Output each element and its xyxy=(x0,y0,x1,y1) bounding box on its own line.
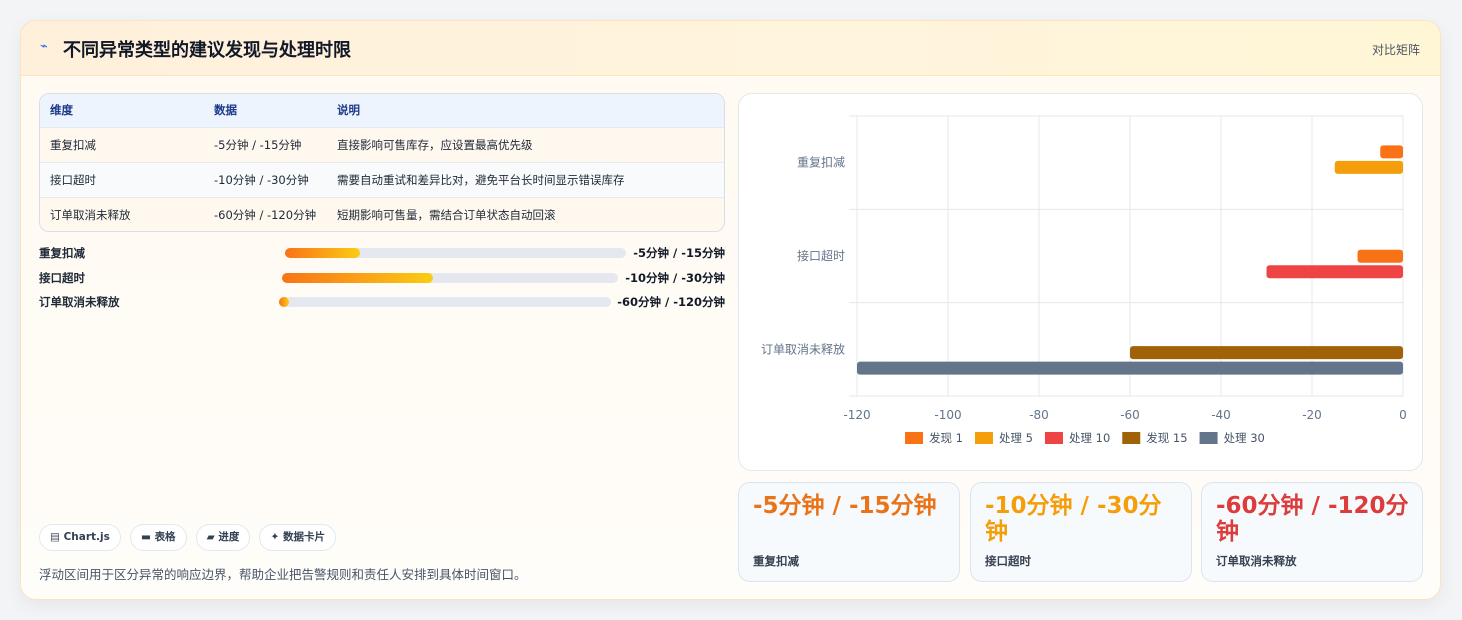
footnote: 浮动区间用于区分异常的响应边界，帮助企业把告警规则和责任人安排到具体时间窗口。 xyxy=(39,567,527,582)
chart-bar xyxy=(1130,346,1403,360)
table-cell: -60分钟 / -120分钟 xyxy=(214,207,317,222)
chart-bar xyxy=(1334,160,1403,174)
table-header-row: 维度 数据 说明 xyxy=(40,94,724,127)
table-cell: 订单取消未释放 xyxy=(50,207,131,222)
page-title: 不同异常类型的建议发现与处理时限 xyxy=(63,40,351,61)
progress-label: 重复扣减 xyxy=(39,246,85,260)
chip-progress[interactable]: ▰ 进度 xyxy=(195,524,251,551)
progress-fill xyxy=(285,248,361,258)
y-tick-label: 重复扣减 xyxy=(797,156,845,170)
chart-bar xyxy=(1380,145,1403,159)
kpi-label: 重复扣减 xyxy=(753,554,799,568)
table-cell: 需要自动重试和差异比对，避免平台长时间显示错误库存 xyxy=(337,172,625,187)
kpi-card: -60分钟 / -120分钟 订单取消未释放 xyxy=(1201,482,1423,582)
table-icon: ▬ xyxy=(140,531,151,543)
progress-row: 重复扣减 -5分钟 / -15分钟 xyxy=(39,243,725,268)
bar-chart: -120 -100 -80 -60 -40 -20 0 重复扣减接口超时订单取消未释放发现 1… xyxy=(761,115,1407,445)
chip-label: 进度 xyxy=(218,531,240,543)
table-cell: -10分钟 / -30分钟 xyxy=(214,172,309,187)
chip-data-cards[interactable]: ✦ 数据卡片 xyxy=(259,524,336,551)
table-row: 重复扣减 -5分钟 / -15分钟 直接影响可售库存，应设置最高优先级 xyxy=(40,127,724,162)
y-tick-label: 接口超时 xyxy=(797,248,845,263)
progress-fill xyxy=(282,272,434,283)
chart-bar xyxy=(1357,249,1403,263)
progress-icon: ▰ xyxy=(206,531,215,543)
legend-swatch xyxy=(1199,432,1218,444)
progress-list: 重复扣减 -5分钟 / -15分钟 接口超时 -10分钟 / -30分钟 订单取… xyxy=(39,243,725,317)
kpi-label: 接口超时 xyxy=(985,554,1031,568)
progress-track xyxy=(279,297,611,307)
table-cell: -5分钟 / -15分钟 xyxy=(214,137,302,152)
y-tick-label: 订单取消未释放 xyxy=(761,341,845,356)
progress-value: -60分钟 / -120分钟 xyxy=(617,295,725,309)
progress-value: -5分钟 / -15分钟 xyxy=(633,246,725,260)
chip-label: 数据卡片 xyxy=(282,531,325,543)
x-tick-label: -20 xyxy=(1302,408,1322,422)
chart-icon: ▤ xyxy=(50,531,60,543)
chart-card: -120 -100 -80 -60 -40 -20 0 重复扣减接口超时订单取消未释放发现 1… xyxy=(738,93,1423,471)
legend-swatch xyxy=(974,432,993,444)
legend-swatch xyxy=(905,432,923,444)
progress-value: -10分钟 / -30分钟 xyxy=(625,270,725,285)
kpi-card: -10分钟 / -30分钟 接口超时 xyxy=(970,482,1192,582)
chip-chartjs[interactable]: ▤ Chart.js xyxy=(39,524,121,551)
legend-label: 发现 15 xyxy=(1146,431,1187,445)
chart-bar xyxy=(857,361,1403,375)
x-tick-label: -40 xyxy=(1211,408,1231,422)
sparkle-icon: ✦ xyxy=(270,531,280,543)
kpi-card: -5分钟 / -15分钟 重复扣减 xyxy=(738,482,960,582)
progress-row: 订单取消未释放 -60分钟 / -120分钟 xyxy=(39,292,725,317)
x-tick-label: -60 xyxy=(1120,408,1140,422)
x-tick-label: 0 xyxy=(1399,408,1407,422)
legend-label: 发现 1 xyxy=(929,431,963,445)
legend-label: 处理 10 xyxy=(1069,431,1110,445)
progress-track xyxy=(282,272,618,283)
kpi-value: -5分钟 / -15分钟 xyxy=(753,493,937,519)
progress-track xyxy=(285,248,626,258)
chip-label: Chart.js xyxy=(63,531,110,543)
progress-row: 接口超时 -10分钟 / -30分钟 xyxy=(39,268,725,293)
x-tick-label: -120 xyxy=(843,408,870,422)
table-cell: 短期影响可售量，需结合订单状态自动回滚 xyxy=(337,207,556,222)
bolt-icon: ⌁ xyxy=(40,39,48,54)
kpi-value: -60分钟 / -120分钟 xyxy=(1216,493,1409,545)
legend-swatch xyxy=(1044,432,1063,444)
card-header: ⌁ 不同异常类型的建议发现与处理时限 对比矩阵 xyxy=(21,21,1440,76)
chip-label: 表格 xyxy=(154,531,176,543)
table-cell: 接口超时 xyxy=(50,172,96,187)
table-cell: 重复扣减 xyxy=(50,137,96,152)
data-table: 维度 数据 说明 重复扣减 -5分钟 / -15分钟 直接影响可售库存，应设置最… xyxy=(39,93,725,232)
progress-fill xyxy=(279,297,289,307)
table-cell: 直接影响可售库存，应设置最高优先级 xyxy=(337,137,533,152)
comparison-card: ⌁ 不同异常类型的建议发现与处理时限 对比矩阵 维度 数据 说明 重复扣减 -5… xyxy=(20,20,1441,600)
legend-label: 处理 30 xyxy=(1224,431,1265,445)
progress-label: 订单取消未释放 xyxy=(39,295,120,309)
progress-label: 接口超时 xyxy=(39,270,85,285)
table-header: 维度 xyxy=(50,103,73,118)
table-header: 数据 xyxy=(214,103,237,118)
legend-swatch xyxy=(1122,432,1141,444)
x-tick-label: -100 xyxy=(934,408,961,422)
kpi-label: 订单取消未释放 xyxy=(1216,554,1297,568)
table-row: 接口超时 -10分钟 / -30分钟 需要自动重试和差异比对，避免平台长时间显示… xyxy=(40,162,724,197)
table-row: 订单取消未释放 -60分钟 / -120分钟 短期影响可售量，需结合订单状态自动… xyxy=(40,197,724,231)
kpi-value: -10分钟 / -30分钟 xyxy=(985,493,1162,545)
legend-label: 处理 5 xyxy=(999,431,1033,445)
table-header: 说明 xyxy=(337,103,360,118)
header-tag: 对比矩阵 xyxy=(1371,43,1420,57)
tech-chips: ▤ Chart.js ▬ 表格 ▰ 进度 ✦ 数据卡片 xyxy=(39,524,340,551)
chart-bar xyxy=(1266,265,1403,279)
x-tick-label: -80 xyxy=(1029,408,1049,422)
chip-table[interactable]: ▬ 表格 xyxy=(129,524,187,551)
